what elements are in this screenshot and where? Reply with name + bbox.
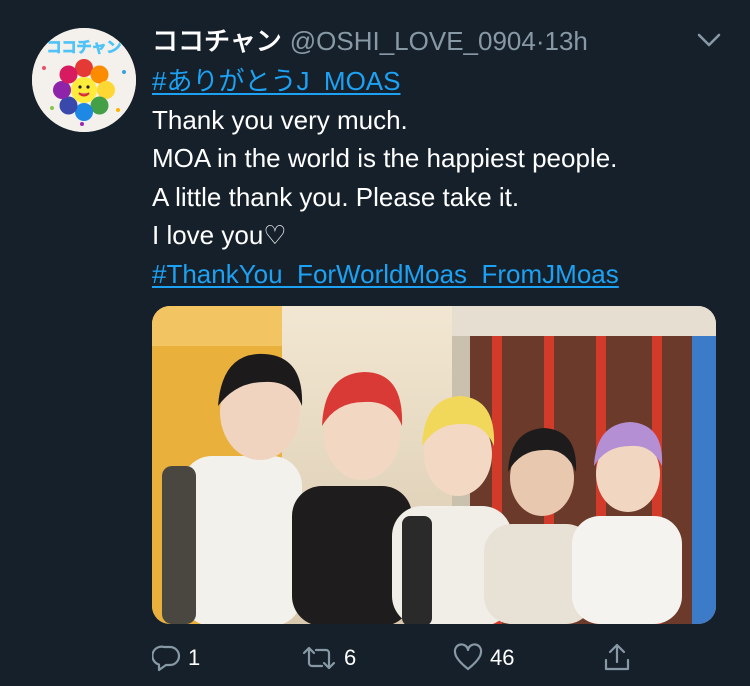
reply-count: 1 [188,645,201,670]
heart-icon [453,643,483,671]
user-handle[interactable]: @OSHI_LOVE_0904 [290,26,536,56]
tweet-line: Thank you very much. [152,104,408,135]
group-photo-image [152,306,716,624]
tweet-actions-bar: 1 6 46 [152,640,732,676]
tweet-text: #ありがとうJ_MOAS Thank you very much. MOA in… [152,62,619,294]
reply-icon [152,645,181,672]
retweet-button[interactable]: 6 [300,640,356,676]
share-button[interactable] [602,640,632,676]
display-name[interactable]: ココチャン [152,26,282,56]
retweet-icon [302,646,336,670]
like-count: 46 [490,645,515,670]
tweet-line: A little thank you. Please take it. [152,181,520,212]
tweet-photo[interactable] [152,306,716,624]
more-options-button[interactable] [696,30,722,50]
reply-button[interactable]: 1 [152,640,200,676]
tweet-line: I love you♡ [152,220,287,251]
svg-text:ココチャン: ココチャン [47,38,122,56]
share-icon [604,643,630,671]
hashtag-link[interactable]: #ありがとうJ_MOAS [152,62,619,101]
tweet-header: ココチャン @OSHI_LOVE_0904·13h [152,24,588,58]
flower-logo-image: ココチャン [32,28,136,132]
separator-dot: · [535,26,545,56]
avatar[interactable]: ココチャン [32,28,136,132]
chevron-down-icon [697,33,721,47]
timestamp[interactable]: 13h [545,26,588,56]
tweet-line: MOA in the world is the happiest people. [152,143,618,174]
like-button[interactable]: 46 [452,640,514,676]
hashtag-link[interactable]: #ThankYou_ForWorldMoas_FromJMoas [152,255,619,294]
retweet-count: 6 [344,645,357,670]
